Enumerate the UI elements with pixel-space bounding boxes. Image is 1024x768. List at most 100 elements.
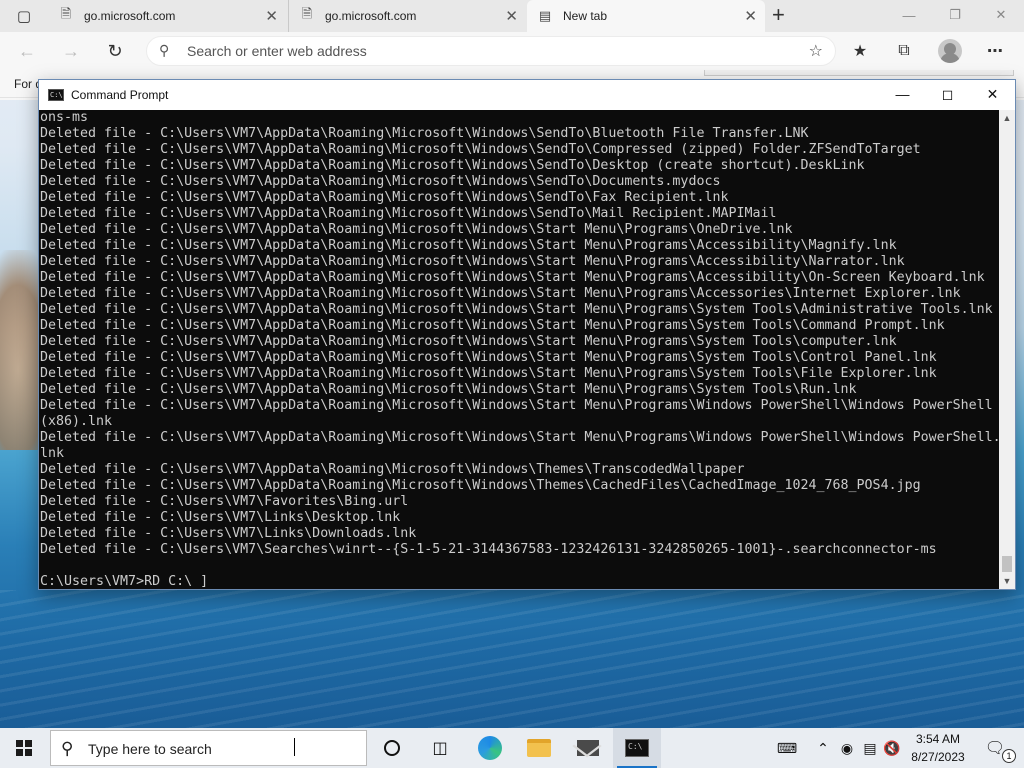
console-line: Deleted file - C:\Users\VM7\AppData\Roam… [40, 254, 905, 269]
mail-icon [577, 740, 599, 756]
folder-icon [527, 739, 551, 757]
tab-actions-icon[interactable]: ▢ [8, 5, 40, 27]
console-line: Deleted file - C:\Users\VM7\AppData\Roam… [40, 318, 945, 333]
taskbar: ⚲ Type here to search ◫ C:\ ⌨ ⌃ ◉ ▤ 🔇 3:… [0, 728, 1024, 768]
cmd-window-controls: — ◻ ✕ [880, 80, 1015, 110]
command-prompt-window: C:\ Command Prompt — ◻ ✕ ons-ms Deleted f… [38, 79, 1016, 590]
close-tab-icon[interactable]: ✕ [265, 7, 278, 25]
console-line: lnk [40, 446, 65, 461]
tab-strip: ▢ 🗎 go.microsoft.com ✕ 🗎 go.microsoft.co… [0, 0, 1024, 32]
console-line: Deleted file - C:\Users\VM7\AppData\Roam… [40, 478, 921, 493]
console-line: Deleted file - C:\Users\VM7\AppData\Roam… [40, 382, 857, 397]
search-icon: ⚲ [61, 739, 74, 758]
document-icon: 🗎 [60, 6, 72, 21]
profile-avatar[interactable] [938, 39, 962, 63]
console-line: Deleted file - C:\Users\VM7\AppData\Roam… [40, 270, 985, 285]
new-tab-icon: ▤ [538, 8, 552, 23]
browser-window-controls: — ❐ ✕ [886, 0, 1024, 32]
taskbar-search-box[interactable]: ⚲ Type here to search [50, 730, 367, 766]
console-line: ons-ms [40, 110, 89, 125]
text-cursor-icon [294, 738, 296, 756]
add-favorite-icon[interactable]: ☆ [809, 41, 823, 61]
network-icon[interactable]: ▤ [860, 728, 880, 768]
console-line: Deleted file - C:\Users\VM7\AppData\Roam… [40, 430, 999, 445]
browser-panel-edge [704, 70, 1014, 76]
new-tab-button[interactable]: + [772, 4, 785, 26]
close-icon[interactable]: ✕ [978, 0, 1024, 30]
address-input[interactable] [187, 41, 747, 61]
favorites-icon[interactable]: ★ [848, 40, 872, 62]
clock-time: 3:54 AM [915, 732, 961, 746]
console-line: Deleted file - C:\Users\VM7\AppData\Roam… [40, 238, 897, 253]
cortana-button[interactable] [368, 728, 416, 768]
console-line: Deleted file - C:\Users\VM7\AppData\Roam… [40, 174, 721, 189]
chevron-up-icon[interactable]: ⌃ [812, 728, 834, 768]
task-view-button[interactable]: ◫ [416, 728, 464, 768]
cmd-app-icon: C:\ [625, 739, 649, 757]
forward-arrow-icon[interactable]: → [60, 40, 82, 62]
minimize-icon[interactable]: — [880, 80, 925, 108]
console-line: Deleted file - C:\Users\VM7\AppData\Roam… [40, 462, 745, 477]
notification-count-badge: 1 [1002, 749, 1016, 763]
tab-3-active[interactable]: ▤ New tab ✕ [527, 0, 765, 32]
search-icon: ⚲ [159, 42, 170, 58]
maximize-icon[interactable]: ◻ [925, 80, 970, 108]
console-line: Deleted file - C:\Users\VM7\Links\Downlo… [40, 526, 417, 541]
console-line: Deleted file - C:\Users\VM7\AppData\Roam… [40, 126, 809, 141]
cmd-title: Command Prompt [71, 88, 169, 102]
console-line: Deleted file - C:\Users\VM7\Searches\win… [40, 542, 937, 557]
console-line: Deleted file - C:\Users\VM7\AppData\Roam… [40, 334, 897, 349]
console-line: Deleted file - C:\Users\VM7\AppData\Roam… [40, 366, 937, 381]
console-line: Deleted file - C:\Users\VM7\Favorites\Bi… [40, 494, 409, 509]
taskbar-search-placeholder: Type here to search [88, 741, 212, 757]
scrollbar-thumb[interactable] [1002, 556, 1012, 572]
console-output[interactable]: ons-ms Deleted file - C:\Users\VM7\AppDat… [39, 110, 999, 589]
tab-label: go.microsoft.com [84, 9, 176, 23]
system-clock[interactable]: 3:54 AM 8/27/2023 [900, 730, 976, 766]
close-tab-icon[interactable]: ✕ [505, 7, 518, 25]
console-line: Deleted file - C:\Users\VM7\Links\Deskto… [40, 510, 401, 525]
address-bar[interactable]: ⚲ ☆ [146, 36, 836, 66]
back-arrow-icon[interactable]: ← [16, 40, 38, 62]
more-options-icon[interactable]: ⋯ [983, 40, 1007, 62]
close-tab-icon[interactable]: ✕ [744, 7, 757, 25]
meet-now-icon[interactable]: ◉ [838, 728, 856, 768]
restore-icon[interactable]: ❐ [932, 0, 978, 30]
console-line: Deleted file - C:\Users\VM7\AppData\Roam… [40, 158, 865, 173]
tab-label: New tab [563, 9, 608, 23]
console-line: Deleted file - C:\Users\VM7\AppData\Roam… [40, 190, 729, 205]
console-line: (x86).lnk [40, 414, 113, 429]
close-icon[interactable]: ✕ [970, 80, 1015, 108]
scroll-down-icon[interactable]: ▼ [999, 573, 1015, 589]
task-view-icon: ◫ [432, 740, 448, 757]
minimize-icon[interactable]: — [886, 0, 932, 30]
cmd-taskbar-button[interactable]: C:\ [613, 728, 661, 768]
scroll-up-icon[interactable]: ▲ [999, 110, 1015, 126]
console-scrollbar[interactable]: ▲ ▼ [999, 110, 1015, 589]
console-line: Deleted file - C:\Users\VM7\AppData\Roam… [40, 142, 921, 157]
touch-keyboard-icon[interactable]: ⌨ [774, 728, 800, 768]
refresh-icon[interactable]: ↻ [104, 40, 126, 62]
tab-2[interactable]: 🗎 go.microsoft.com ✕ [288, 0, 526, 32]
start-button[interactable] [0, 728, 48, 768]
console-line: Deleted file - C:\Users\VM7\AppData\Roam… [40, 350, 937, 365]
cortana-icon [384, 740, 400, 756]
mail-taskbar-button[interactable] [564, 728, 612, 768]
console-line: Deleted file - C:\Users\VM7\AppData\Roam… [40, 222, 793, 237]
browser-toolbar: ← → ↻ ⚲ ☆ ★ ⧉ ⋯ [0, 32, 1024, 70]
cmd-title-bar[interactable]: C:\ Command Prompt — ◻ ✕ [39, 80, 1015, 110]
console-line: Deleted file - C:\Users\VM7\AppData\Roam… [40, 398, 993, 413]
console-line: Deleted file - C:\Users\VM7\AppData\Roam… [40, 206, 777, 221]
edge-taskbar-button[interactable] [466, 728, 514, 768]
windows-logo-icon [16, 740, 32, 756]
collections-icon[interactable]: ⧉ [892, 40, 916, 62]
edge-icon [478, 736, 502, 760]
tab-label: go.microsoft.com [325, 9, 417, 23]
console-line: Deleted file - C:\Users\VM7\AppData\Roam… [40, 286, 961, 301]
volume-icon[interactable]: 🔇 [882, 728, 902, 768]
file-explorer-taskbar-button[interactable] [515, 728, 563, 768]
document-icon: 🗎 [301, 6, 313, 21]
tab-1[interactable]: 🗎 go.microsoft.com ✕ [48, 0, 286, 32]
cmd-app-icon: C:\ [48, 89, 64, 101]
